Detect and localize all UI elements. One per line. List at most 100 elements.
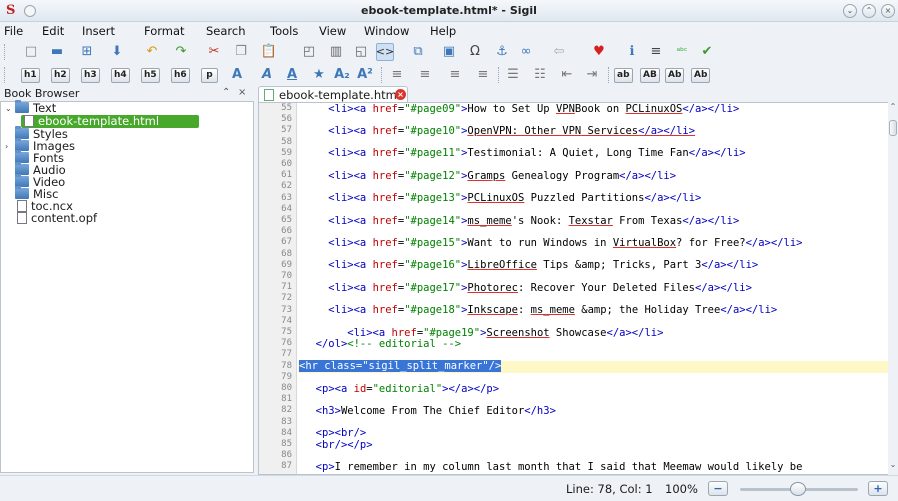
collapsed-arrow-icon[interactable]: › [5, 140, 8, 153]
menu-tools[interactable]: Tools [270, 24, 298, 38]
code-line[interactable]: <p><a id="editorial"></a></p> [303, 383, 499, 395]
spellcheck-icon[interactable]: ᵃᵇᶜ [673, 43, 691, 61]
menu-file[interactable]: File [4, 24, 23, 38]
editor-vertical-scrollbar[interactable]: ⌃ ⌄ [888, 102, 898, 475]
insert-image-icon[interactable]: ▣ [440, 43, 458, 61]
book-browser-tree[interactable]: ⌄ Text ebook-template.html Styles › Imag… [0, 100, 254, 473]
zoom-in-button[interactable]: + [868, 481, 888, 496]
float-panel-icon[interactable]: ⌃ [222, 87, 230, 98]
zoom-slider-handle[interactable] [790, 482, 806, 496]
code-line[interactable]: <li><a href="#page16">LibreOffice Tips &… [303, 259, 758, 271]
strikethrough-icon[interactable]: ★ [310, 66, 328, 84]
align-justify-icon[interactable]: ≡ [474, 66, 492, 84]
toolbar-grip[interactable] [4, 67, 7, 83]
close-panel-icon[interactable]: × [238, 87, 246, 98]
validate-icon[interactable]: ✔ [698, 43, 716, 61]
heading-h2-button[interactable]: h2 [51, 68, 70, 83]
toc-icon[interactable]: ≡ [647, 43, 665, 61]
code-line[interactable]: <p>I remember in my column last month th… [303, 461, 803, 473]
superscript-icon[interactable]: A² [356, 66, 374, 84]
zoom-out-button[interactable]: − [708, 481, 728, 496]
add-file-icon[interactable]: ⊞ [78, 43, 96, 61]
menu-format[interactable]: Format [144, 24, 185, 38]
code-line[interactable]: </ol><!-- editorial --> [303, 338, 461, 350]
copy-icon[interactable]: ❐ [232, 43, 250, 61]
heading-h6-button[interactable]: h6 [171, 68, 190, 83]
bullet-list-icon[interactable]: ☰ [504, 66, 522, 84]
underline-icon[interactable]: A [283, 66, 301, 84]
code-line[interactable]: <li><a href="#page15">Want to run Window… [303, 237, 802, 249]
menu-search[interactable]: Search [206, 24, 246, 38]
bold-icon[interactable]: A [228, 66, 246, 84]
code-line[interactable]: <li><a href="#page10">OpenVPN: Other VPN… [303, 125, 695, 137]
metadata-icon[interactable]: ℹ [623, 43, 641, 61]
code-line[interactable]: <li><a href="#page18">Inkscape: ms_meme … [303, 304, 777, 316]
redo-icon[interactable]: ↷ [172, 43, 190, 61]
paste-icon[interactable]: 📋 [260, 43, 278, 61]
lowercase-button[interactable]: ab [614, 68, 633, 83]
menu-help[interactable]: Help [430, 24, 456, 38]
tab-ebook-template[interactable]: ebook-template.html × [258, 86, 408, 102]
heading-h4-button[interactable]: h4 [111, 68, 130, 83]
code-line[interactable]: <li><a href="#page19">Screenshot Showcas… [303, 327, 663, 339]
code-line[interactable]: <li><a href="#page09">How to Set Up VPNB… [303, 103, 739, 115]
heading-h3-button[interactable]: h3 [81, 68, 100, 83]
italic-icon[interactable]: A [258, 66, 276, 84]
code-line[interactable]: <li><a href="#page17">Photorec: Recover … [303, 282, 752, 294]
book-view-icon[interactable]: ◰ [300, 43, 318, 61]
align-center-icon[interactable]: ≡ [416, 66, 434, 84]
scroll-down-icon[interactable]: ⌄ [889, 460, 897, 469]
menu-insert[interactable]: Insert [82, 24, 115, 38]
capitalize-button[interactable]: Ab [691, 68, 711, 83]
code-line[interactable]: <br/></p> [303, 439, 373, 451]
menu-edit[interactable]: Edit [42, 24, 64, 38]
insert-anchor-icon[interactable]: ⚓ [493, 43, 511, 61]
close-tab-icon[interactable]: × [395, 89, 406, 100]
undo-icon[interactable]: ↶ [143, 43, 161, 61]
expand-arrow-icon[interactable]: ⌄ [5, 102, 12, 115]
split-view-icon[interactable]: ▥ [327, 43, 345, 61]
increase-indent-icon[interactable]: ⇥ [583, 66, 601, 84]
align-left-icon[interactable]: ≡ [388, 66, 406, 84]
insert-special-char-icon[interactable]: Ω [466, 43, 484, 61]
menu-window[interactable]: Window [364, 24, 409, 38]
decrease-indent-icon[interactable]: ⇤ [558, 66, 576, 84]
scroll-up-icon[interactable]: ⌃ [889, 102, 897, 111]
back-icon[interactable]: ⇦ [550, 43, 568, 61]
cut-icon[interactable]: ✂ [205, 43, 223, 61]
titlecase-button[interactable]: Ab [665, 68, 685, 83]
open-folder-icon[interactable]: ▬ [48, 43, 66, 61]
tree-file-content-opf[interactable]: content.opf [17, 212, 97, 225]
toolbar-grip[interactable] [498, 67, 501, 83]
save-icon[interactable]: ⬇ [108, 43, 126, 61]
minimize-button[interactable]: ⌄ [843, 4, 857, 18]
toolbar-grip[interactable] [608, 67, 611, 83]
split-marker-icon[interactable]: ⧉ [409, 43, 427, 61]
code-line[interactable]: <li><a href="#page11">Testimonial: A Qui… [303, 147, 745, 159]
paragraph-button[interactable]: p [201, 68, 218, 83]
numbered-list-icon[interactable]: ☷ [531, 66, 549, 84]
subscript-icon[interactable]: A₂ [333, 66, 351, 84]
title-bar[interactable]: S ebook-template.html* - Sigil ⌄ ⌃ × [0, 0, 898, 22]
insert-link-icon[interactable]: ∞ [517, 43, 535, 61]
code-line[interactable]: <h3>Welcome From The Chief Editor</h3> [303, 405, 556, 417]
code-view-icon[interactable]: <> [376, 43, 394, 61]
heart-donate-icon[interactable]: ♥ [590, 43, 608, 61]
heading-h1-button[interactable]: h1 [21, 68, 40, 83]
preview-icon[interactable]: ◱ [352, 43, 370, 61]
code-editor[interactable]: 55 56 57 58 59 60 61 62 63 64 65 66 67 68 69 70 71 72 73 74… [258, 102, 890, 475]
scrollbar-thumb[interactable] [889, 120, 897, 136]
heading-h5-button[interactable]: h5 [141, 68, 160, 83]
code-line[interactable]: <li><a href="#page12">Gramps Genealogy P… [303, 170, 676, 182]
menu-view[interactable]: View [319, 24, 346, 38]
toolbar-grip[interactable] [4, 44, 7, 60]
code-line[interactable]: <li><a href="#page14">ms_meme's Nook: Te… [303, 215, 739, 227]
maximize-button[interactable]: ⌃ [862, 4, 876, 18]
code-line[interactable]: <hr class="sigil_split_marker"/> [299, 360, 502, 373]
toolbar-grip[interactable] [381, 67, 384, 83]
close-window-button[interactable]: × [881, 4, 895, 18]
code-line[interactable]: <p><br/> [303, 427, 367, 439]
new-file-icon[interactable]: □ [22, 43, 40, 61]
align-right-icon[interactable]: ≡ [446, 66, 464, 84]
uppercase-button[interactable]: AB [640, 68, 660, 83]
